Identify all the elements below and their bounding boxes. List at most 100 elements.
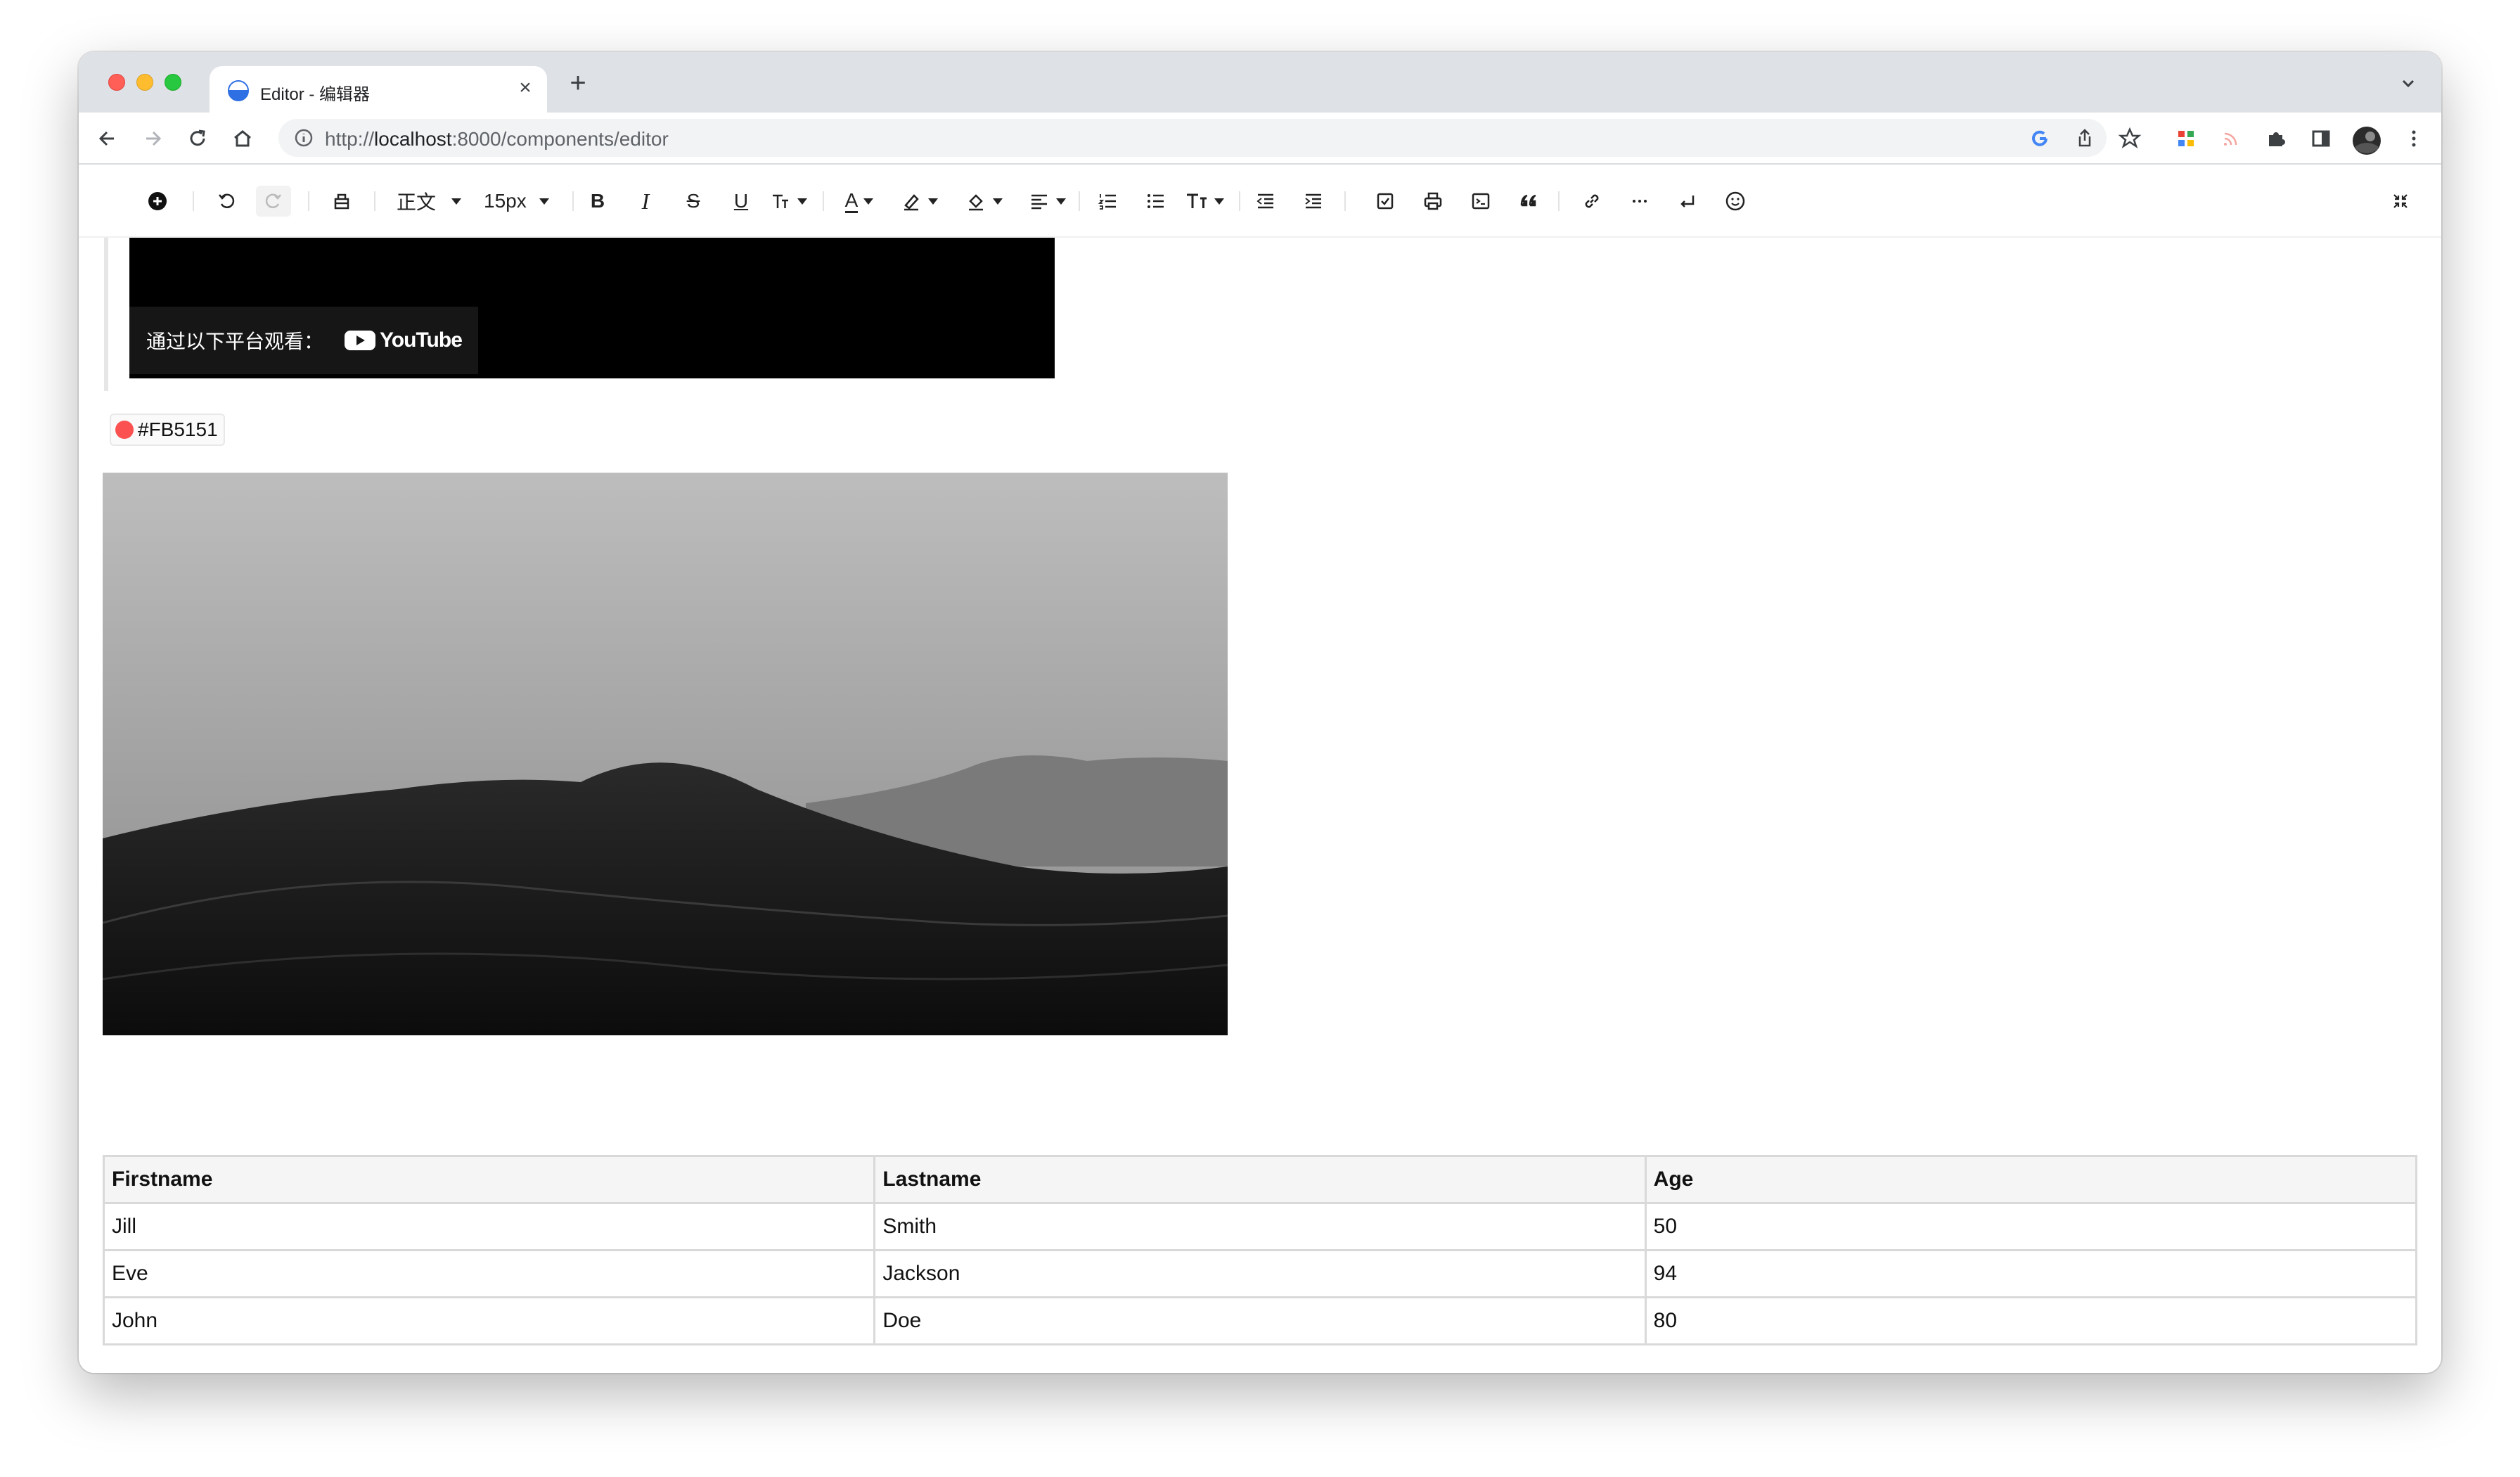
table-cell[interactable]: Doe: [873, 1296, 1647, 1345]
table-cell[interactable]: Jackson: [873, 1249, 1647, 1298]
desert-dunes-image[interactable]: [103, 473, 1228, 1035]
youtube-logo-icon: YouTube: [345, 328, 463, 352]
rss-icon[interactable]: [2218, 125, 2244, 152]
horizontal-rule-icon[interactable]: [1624, 186, 1655, 217]
toolbar-divider: [1239, 191, 1240, 211]
forward-icon[interactable]: [139, 125, 166, 152]
chevron-down-icon: [993, 198, 1003, 205]
toolbar-divider: [193, 191, 194, 211]
youtube-embed[interactable]: 通过以下平台观看： YouTube: [129, 238, 1055, 378]
blockquote-border: [104, 238, 108, 391]
screenshot-stage: Editor - 编辑器 × + http://localhost:8000/c…: [0, 0, 2520, 1477]
print-icon[interactable]: [1418, 186, 1448, 217]
watch-on-label: 通过以下平台观看：: [146, 330, 324, 353]
outdent-icon[interactable]: [1250, 186, 1281, 217]
indent-icon[interactable]: [1298, 186, 1329, 217]
color-chip-label: #FB5151: [138, 418, 218, 440]
chevron-down-icon: [451, 198, 462, 205]
strikethrough-button[interactable]: S: [678, 186, 709, 217]
back-icon[interactable]: [94, 125, 121, 152]
table-header-row: Firstname Lastname Age: [102, 1155, 2418, 1204]
browser-toolbar: http://localhost:8000/components/editor: [79, 113, 2441, 165]
color-swatch: [115, 421, 134, 439]
home-icon[interactable]: [229, 125, 256, 152]
table-row: Eve Jackson 94: [102, 1249, 2418, 1298]
chevron-down-icon: [1056, 198, 1066, 205]
table-cell[interactable]: Eve: [102, 1249, 876, 1298]
toolbar-divider: [572, 191, 574, 211]
blockquote-icon[interactable]: [1513, 186, 1544, 217]
ordered-list-icon[interactable]: [1093, 186, 1124, 217]
youtube-wordmark: YouTube: [380, 328, 463, 352]
browser-window: Editor - 编辑器 × + http://localhost:8000/c…: [79, 52, 2441, 1373]
redo-icon[interactable]: [256, 186, 291, 217]
code-block-icon[interactable]: [1465, 186, 1496, 217]
strikethrough-icon: S: [686, 190, 700, 212]
italic-icon: I: [641, 188, 650, 214]
google-icon[interactable]: [2026, 125, 2053, 152]
font-size-value: 15px: [484, 190, 527, 212]
watch-on-youtube-button[interactable]: 通过以下平台观看： YouTube: [129, 307, 478, 374]
new-tab-button[interactable]: +: [564, 69, 592, 97]
address-bar[interactable]: http://localhost:8000/components/editor: [278, 119, 2107, 157]
font-color-dropdown[interactable]: A: [838, 186, 880, 217]
color-chip[interactable]: #FB5151: [110, 414, 225, 446]
fullscreen-exit-icon[interactable]: [2385, 186, 2416, 217]
tab-favicon-icon: [228, 80, 249, 101]
bold-button[interactable]: B: [582, 186, 613, 217]
extensions-puzzle-icon[interactable]: [2263, 125, 2289, 152]
font-size-select[interactable]: 15px: [484, 186, 561, 217]
chevron-down-icon: [863, 198, 874, 205]
side-panel-icon[interactable]: [2308, 125, 2334, 152]
clear-format-icon[interactable]: [326, 186, 357, 217]
site-info-icon[interactable]: [294, 128, 314, 148]
profile-avatar[interactable]: [2351, 125, 2381, 155]
browser-menu-icon[interactable]: [2400, 125, 2427, 152]
link-icon[interactable]: [1576, 186, 1607, 217]
align-dropdown[interactable]: [1025, 186, 1069, 217]
browser-tab-active[interactable]: Editor - 编辑器 ×: [210, 66, 547, 113]
bullet-list-icon[interactable]: [1140, 186, 1171, 217]
highlight-color-dropdown[interactable]: [897, 186, 941, 217]
editor-toolbar: 正文 15px B I S U A: [79, 165, 2441, 238]
chevron-down-icon: [797, 198, 807, 205]
toolbar-divider: [1344, 191, 1346, 211]
heading-dropdown[interactable]: [1181, 186, 1228, 217]
minimize-window-button[interactable]: [136, 74, 153, 91]
task-list-icon[interactable]: [1370, 186, 1401, 217]
editor: 正文 15px B I S U A 通过以下平台观看： YouTube #FB5…: [79, 165, 2441, 1373]
font-color-icon: A: [844, 189, 859, 213]
tab-search-chevron-icon[interactable]: [2396, 72, 2420, 96]
table-cell[interactable]: 80: [1644, 1296, 2418, 1345]
undo-icon[interactable]: [211, 186, 242, 217]
hard-break-icon[interactable]: [1672, 186, 1703, 217]
table-cell[interactable]: John: [102, 1296, 876, 1345]
editor-content[interactable]: 通过以下平台观看： YouTube #FB5151 Firstname Last…: [79, 238, 2441, 1373]
tab-close-icon[interactable]: ×: [513, 76, 537, 100]
table-cell[interactable]: 50: [1644, 1202, 2418, 1251]
reload-icon[interactable]: [184, 125, 211, 152]
extension-colorful-icon[interactable]: [2173, 125, 2199, 152]
table-cell[interactable]: Jill: [102, 1202, 876, 1251]
toolbar-divider: [1079, 191, 1080, 211]
insert-block-icon[interactable]: [142, 186, 173, 217]
chevron-down-icon: [1214, 198, 1224, 205]
underline-button[interactable]: U: [726, 186, 757, 217]
bold-icon: B: [590, 190, 605, 212]
maximize-window-button[interactable]: [165, 74, 181, 91]
close-window-button[interactable]: [108, 74, 125, 91]
text-style-dropdown[interactable]: [765, 186, 811, 217]
bookmark-star-icon[interactable]: [2116, 125, 2143, 152]
share-icon[interactable]: [2071, 125, 2098, 152]
paragraph-style-select[interactable]: 正文: [397, 186, 474, 217]
chevron-down-icon: [928, 198, 938, 205]
table-row: Jill Smith 50: [102, 1202, 2418, 1251]
table-cell[interactable]: Smith: [873, 1202, 1647, 1251]
emoji-icon[interactable]: [1720, 186, 1751, 217]
italic-button[interactable]: I: [630, 186, 661, 217]
header-firstname: Firstname: [102, 1155, 876, 1204]
table-row: John Doe 80: [102, 1296, 2418, 1345]
data-table[interactable]: Firstname Lastname Age Jill Smith 50 Eve: [102, 1155, 2418, 1345]
background-color-dropdown[interactable]: [962, 186, 1005, 217]
table-cell[interactable]: 94: [1644, 1249, 2418, 1298]
